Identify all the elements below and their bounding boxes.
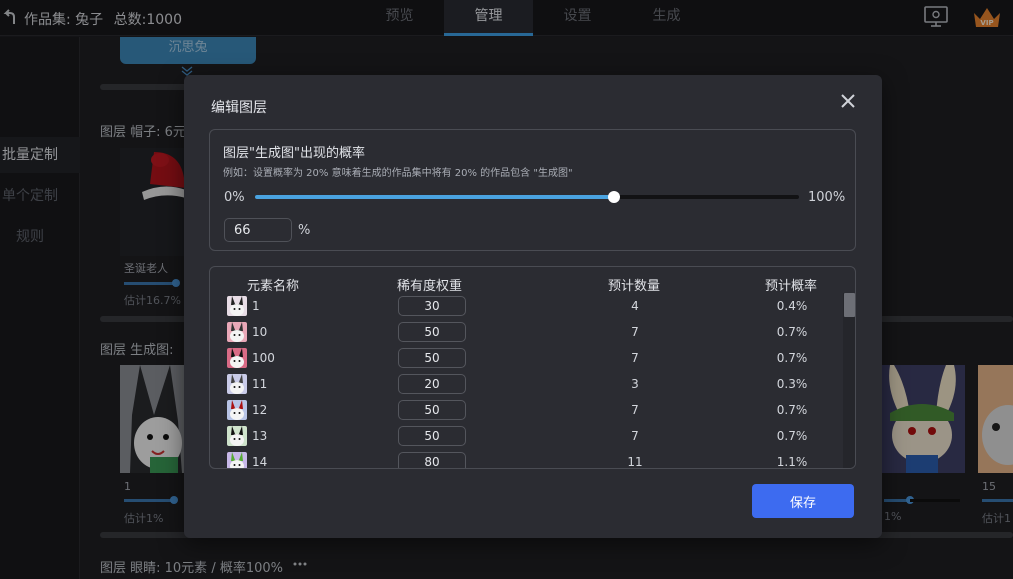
slider-handle[interactable] [608, 191, 621, 203]
save-button[interactable]: 保存 [752, 484, 854, 518]
element-name: 10 [252, 325, 268, 339]
table-row: 10 7 0.7% [210, 319, 842, 345]
estimated-probability: 0.7% [776, 351, 808, 365]
rarity-weight-input[interactable] [398, 296, 466, 316]
percent-unit: % [298, 223, 311, 238]
element-thumbnail [227, 296, 247, 316]
rarity-weight-input[interactable] [398, 400, 466, 420]
scrollbar-thumb[interactable] [844, 293, 855, 317]
column-header-count: 预计数量 [608, 279, 661, 294]
estimated-probability: 0.7% [776, 403, 808, 417]
estimated-probability: 0.3% [776, 377, 808, 391]
estimated-count: 7 [631, 403, 639, 417]
column-header-weight: 稀有度权重 [397, 279, 463, 294]
close-icon[interactable] [840, 93, 856, 109]
probability-slider[interactable] [255, 191, 799, 203]
probability-description: 例如：设置概率为 20% 意味着生成的作品集中将有 20% 的作品包含 "生成图… [223, 168, 573, 179]
rarity-weight-input[interactable] [398, 452, 466, 468]
element-name: 12 [252, 403, 268, 417]
table-row: 11 3 0.3% [210, 371, 842, 397]
element-name: 13 [252, 429, 268, 443]
element-thumbnail [227, 322, 247, 342]
estimated-count: 3 [631, 377, 639, 391]
element-name: 100 [252, 351, 275, 365]
element-name: 14 [252, 455, 268, 469]
probability-input[interactable] [224, 218, 292, 242]
estimated-count: 11 [627, 455, 643, 469]
element-thumbnail [227, 426, 247, 446]
rarity-weight-input[interactable] [398, 322, 466, 342]
dialog-title: 编辑图层 [211, 100, 267, 116]
probability-section: 图层"生成图"出现的概率 例如：设置概率为 20% 意味着生成的作品集中将有 2… [209, 129, 856, 251]
estimated-count: 7 [631, 325, 639, 339]
element-thumbnail [227, 348, 247, 368]
estimated-probability: 0.4% [776, 299, 808, 313]
element-thumbnail [227, 374, 247, 394]
table-scrollbar[interactable] [843, 293, 855, 468]
element-thumbnail [227, 452, 247, 468]
element-name: 1 [252, 299, 260, 313]
estimated-probability: 0.7% [776, 429, 808, 443]
element-name: 11 [252, 377, 268, 391]
rarity-weight-input[interactable] [398, 374, 466, 394]
elements-table: 元素名称 稀有度权重 预计数量 预计概率 140.4%1070.7%10070.… [209, 266, 856, 469]
app-window: 作品集: 兔子 总数:1000 预览 管理 设置 生成 VIP 批量定制 单个定… [0, 0, 1013, 579]
probability-title: 图层"生成图"出现的概率 [223, 146, 365, 161]
slider-min-label: 0% [224, 190, 245, 205]
estimated-count: 4 [631, 299, 639, 313]
estimated-probability: 0.7% [776, 325, 808, 339]
slider-fill [255, 195, 615, 199]
estimated-count: 7 [631, 351, 639, 365]
table-row: 13 7 0.7% [210, 423, 842, 449]
table-row: 1 4 0.4% [210, 293, 842, 319]
element-thumbnail [227, 400, 247, 420]
estimated-count: 7 [631, 429, 639, 443]
edit-layer-dialog: 编辑图层 图层"生成图"出现的概率 例如：设置概率为 20% 意味着生成的作品集… [184, 75, 882, 538]
rarity-weight-input[interactable] [398, 426, 466, 446]
table-row: 14 11 1.1% [210, 449, 842, 469]
column-header-name: 元素名称 [247, 279, 300, 294]
estimated-probability: 1.1% [776, 455, 808, 469]
rarity-weight-input[interactable] [398, 348, 466, 368]
slider-max-label: 100% [808, 190, 846, 205]
table-row: 12 7 0.7% [210, 397, 842, 423]
column-header-probability: 预计概率 [765, 279, 818, 294]
table-row: 100 7 0.7% [210, 345, 842, 371]
